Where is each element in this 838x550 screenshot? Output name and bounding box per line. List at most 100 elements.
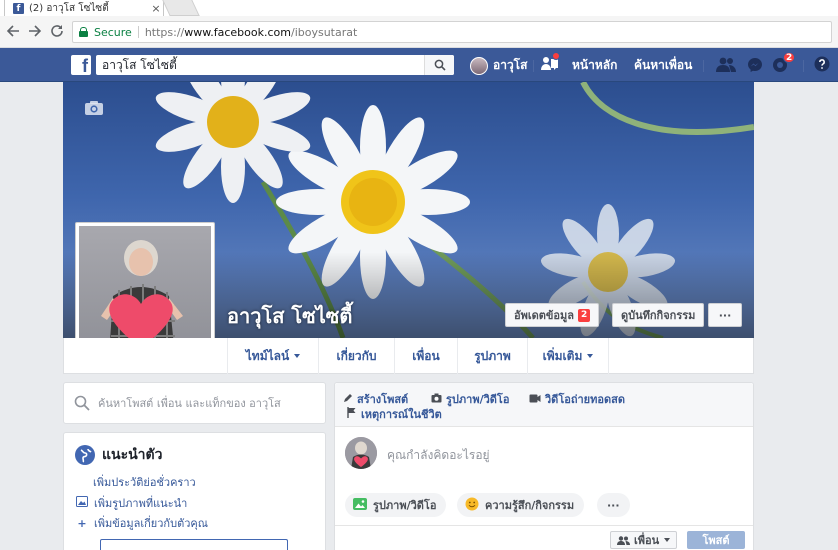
post-composer: สร้างโพสต์ รูปภาพ/วิดีโอ วิดีโอถ่ายทอดสด… bbox=[334, 382, 754, 550]
more-options-pill[interactable]: ··· bbox=[597, 493, 630, 517]
tab-photos-label: รูปภาพ bbox=[474, 348, 511, 363]
intro-heading: แนะนำตัว bbox=[75, 444, 163, 466]
post-button[interactable]: โพสต์ bbox=[687, 531, 745, 549]
nav-divider bbox=[803, 60, 804, 72]
url-path: /iboysutarat bbox=[290, 25, 358, 39]
url-host: www.facebook.com bbox=[184, 25, 291, 39]
composer-avatar bbox=[345, 437, 377, 469]
user-avatar-small bbox=[470, 56, 488, 75]
nav-divider bbox=[533, 60, 534, 72]
add-featured-photos-label: เพิ่มรูปภาพที่แนะนำ bbox=[94, 497, 188, 510]
profile-name[interactable]: อาวุโส โซไซตี้ bbox=[227, 300, 352, 332]
reload-icon[interactable] bbox=[48, 22, 66, 40]
url-scheme: https:// bbox=[144, 25, 185, 39]
add-featured-photos-link[interactable]: เพิ่มรูปภาพที่แนะนำ bbox=[75, 494, 187, 512]
audience-selector[interactable]: เพื่อน bbox=[610, 531, 678, 549]
facebook-favicon-icon: f bbox=[13, 2, 24, 14]
tab-friends[interactable]: เพื่อน bbox=[394, 338, 457, 374]
back-icon[interactable] bbox=[4, 22, 22, 40]
add-bio-label: เพิ่มประวัติย่อชั่วคราว bbox=[93, 476, 196, 489]
tab-friends-label: เพื่อน bbox=[412, 348, 440, 363]
photo-icon bbox=[75, 496, 89, 510]
home-label: หน้าหลัก bbox=[572, 58, 618, 72]
add-bio-link[interactable]: เพิ่มประวัติย่อชั่วคราว bbox=[93, 473, 196, 491]
friend-requests-icon[interactable] bbox=[716, 57, 736, 72]
help-icon[interactable] bbox=[814, 56, 830, 72]
tab-more[interactable]: เพิ่มเติม bbox=[527, 338, 609, 374]
add-details-link[interactable]: + เพิ่มข้อมูลเกี่ยวกับตัวคุณ bbox=[75, 514, 208, 532]
chevron-down-icon bbox=[294, 354, 301, 358]
smiley-icon bbox=[465, 497, 479, 514]
secure-label: Secure bbox=[94, 25, 132, 39]
globe-icon bbox=[75, 445, 95, 465]
search-posts-box[interactable]: ค้นหาโพสต์ เพื่อน และแท็กของ อาวุโส bbox=[63, 382, 326, 424]
activity-log-button[interactable]: ดูบันทึกกิจกรรม bbox=[612, 303, 705, 327]
photo-video-pill-label: รูปภาพ/วิดีโอ bbox=[373, 499, 437, 512]
tab-close-icon[interactable]: × bbox=[149, 2, 163, 15]
address-bar: Secure https:// www.facebook.com /iboysu… bbox=[0, 16, 838, 48]
activity-log-label: ดูบันทึกกิจกรรม bbox=[621, 309, 696, 322]
url-field[interactable]: Secure https:// www.facebook.com /iboysu… bbox=[72, 21, 832, 43]
photo-video-pill[interactable]: รูปภาพ/วิดีโอ bbox=[345, 493, 447, 517]
tab-about-label: เกี่ยวกับ bbox=[336, 348, 377, 363]
notifications-badge: 2 bbox=[783, 52, 796, 63]
browser-tabstrip: f (2) อาวุโส โซไซตี้ × bbox=[0, 0, 838, 16]
intro-card: แนะนำตัว เพิ่มประวัติย่อชั่วคราว เพิ่มรู… bbox=[63, 432, 326, 550]
photo-icon bbox=[353, 497, 367, 513]
facebook-search-input[interactable]: อาวุโส โซไซตี้ bbox=[96, 56, 424, 75]
browser-tab[interactable]: f (2) อาวุโส โซไซตี้ × bbox=[4, 0, 164, 16]
find-friends-nav-link[interactable]: ค้นหาเพื่อน bbox=[634, 56, 692, 75]
flag-icon bbox=[347, 407, 357, 421]
add-details-label: เพิ่มข้อมูลเกี่ยวกับตัวคุณ bbox=[94, 517, 208, 530]
video-camera-icon bbox=[529, 393, 541, 406]
profile-tabs: ไทม์ไลน์ เกี่ยวกับ เพื่อน รูปภาพ เพิ่มเต… bbox=[63, 338, 754, 374]
profile-photo bbox=[79, 226, 211, 356]
new-tab-button[interactable] bbox=[162, 0, 200, 16]
update-info-label: อัพเดตข้อมูล bbox=[514, 309, 575, 322]
chevron-down-icon bbox=[587, 354, 594, 358]
live-video-label: วิดีโอถ่ายทอดสด bbox=[545, 393, 625, 406]
life-event-tab[interactable]: เหตุการณ์ในชีวิต bbox=[347, 405, 442, 423]
facebook-search[interactable]: อาวุโส โซไซตี้ bbox=[96, 55, 454, 75]
url-divider bbox=[137, 26, 139, 38]
live-video-tab[interactable]: วิดีโอถ่ายทอดสด bbox=[529, 390, 625, 408]
update-info-badge: 2 bbox=[578, 308, 591, 322]
search-icon bbox=[74, 395, 90, 411]
feeling-activity-pill[interactable]: ความรู้สึก/กิจกรรม bbox=[457, 493, 585, 517]
composer-tabs: สร้างโพสต์ รูปภาพ/วิดีโอ วิดีโอถ่ายทอดสด… bbox=[335, 383, 753, 427]
find-friends-label: ค้นหาเพื่อน bbox=[634, 58, 693, 72]
nav-divider bbox=[703, 60, 704, 72]
camera-icon bbox=[431, 393, 442, 406]
facebook-header: f อาวุโส โซไซตี้ อาวุโส หน้าหลัก ค้นหาเพ… bbox=[0, 48, 838, 82]
photo-video-label: รูปภาพ/วิดีโอ bbox=[446, 393, 510, 406]
tab-about[interactable]: เกี่ยวกับ bbox=[318, 338, 394, 374]
tab-photos[interactable]: รูปภาพ bbox=[457, 338, 527, 374]
composer-footer: เพื่อน โพสต์ bbox=[335, 525, 753, 550]
person-with-heart-image bbox=[101, 240, 183, 356]
messenger-icon[interactable] bbox=[747, 57, 763, 73]
update-info-button[interactable]: อัพเดตข้อมูล 2 bbox=[505, 303, 600, 327]
feeling-activity-pill-label: ความรู้สึก/กิจกรรม bbox=[485, 499, 575, 512]
forward-icon[interactable] bbox=[26, 22, 44, 40]
tab-title: (2) อาวุโส โซไซตี้ bbox=[29, 2, 109, 14]
intro-title: แนะนำตัว bbox=[102, 447, 163, 463]
search-icon[interactable] bbox=[424, 55, 454, 75]
featured-box[interactable] bbox=[100, 539, 288, 550]
tab-timeline-label: ไทม์ไลน์ bbox=[245, 348, 290, 363]
home-nav-link[interactable]: หน้าหลัก bbox=[572, 56, 617, 75]
chevron-down-icon bbox=[664, 538, 671, 542]
search-posts-placeholder: ค้นหาโพสต์ เพื่อน และแท็กของ อาวุโส bbox=[98, 397, 281, 410]
tab-timeline[interactable]: ไทม์ไลน์ bbox=[227, 338, 318, 374]
lock-icon bbox=[79, 27, 88, 37]
facebook-logo-icon[interactable]: f bbox=[71, 55, 91, 75]
tab-more-label: เพิ่มเติม bbox=[542, 348, 583, 363]
audience-label: เพื่อน bbox=[634, 534, 660, 547]
profile-nav-link[interactable]: อาวุโส bbox=[470, 56, 527, 75]
pencil-icon bbox=[343, 393, 353, 406]
more-options-button[interactable]: ··· bbox=[708, 303, 742, 327]
photo-video-tab[interactable]: รูปภาพ/วิดีโอ bbox=[431, 390, 509, 408]
life-event-label: เหตุการณ์ในชีวิต bbox=[361, 408, 442, 421]
user-name-label: อาวุโส bbox=[493, 58, 528, 72]
camera-icon[interactable] bbox=[84, 100, 104, 119]
composer-input[interactable]: คุณกำลังคิดอะไรอยู่ bbox=[387, 446, 490, 465]
